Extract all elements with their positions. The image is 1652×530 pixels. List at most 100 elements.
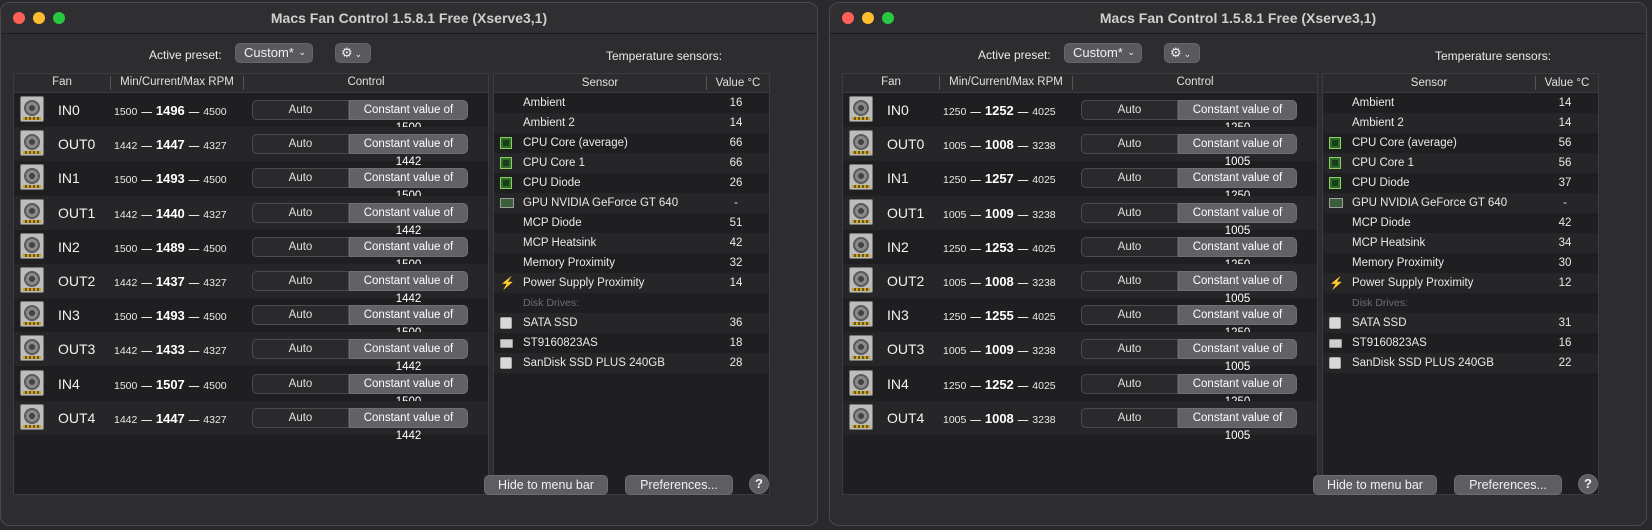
auto-control-button[interactable]: Auto xyxy=(1081,134,1178,155)
constant-value-button[interactable]: Constant value of 1500 xyxy=(349,100,468,134)
constant-value-button[interactable]: Constant value of 1005 xyxy=(1178,339,1297,373)
constant-value-button[interactable]: Constant value of 1005 xyxy=(1178,134,1297,168)
sensor-row[interactable]: SATA SSD 36 xyxy=(494,313,769,333)
sensor-row[interactable]: CPU Core (average) 56 xyxy=(1323,133,1598,153)
auto-control-button[interactable]: Auto xyxy=(252,373,349,394)
title-bar[interactable]: Macs Fan Control 1.5.8.1 Free (Xserve3,1… xyxy=(1,3,817,34)
sensor-row[interactable]: Ambient 14 xyxy=(1323,93,1598,113)
constant-value-button[interactable]: Constant value of 1442 xyxy=(349,271,468,305)
sensor-row[interactable]: CPU Diode 37 xyxy=(1323,173,1598,193)
auto-control-button[interactable]: Auto xyxy=(252,305,349,326)
constant-value-button[interactable]: Constant value of 1500 xyxy=(349,305,468,339)
auto-control-button[interactable]: Auto xyxy=(1081,407,1178,428)
sensor-value: 16 xyxy=(729,97,743,109)
auto-control-button[interactable]: Auto xyxy=(252,339,349,360)
title-bar[interactable]: Macs Fan Control 1.5.8.1 Free (Xserve3,1… xyxy=(830,3,1646,34)
sensor-row[interactable]: MCP Heatsink 34 xyxy=(1323,233,1598,253)
constant-value-button[interactable]: Constant value of 1250 xyxy=(1178,305,1297,339)
fan-current-rpm: 1252 xyxy=(984,103,1014,118)
constant-value-button[interactable]: Constant value of 1442 xyxy=(349,407,468,442)
auto-control-button[interactable]: Auto xyxy=(1081,100,1178,120)
sensor-row[interactable]: GPU NVIDIA GeForce GT 640 - xyxy=(1323,193,1598,213)
fan-rpm: 1250—1255—4025 xyxy=(943,308,1056,323)
sensor-value: 34 xyxy=(1558,237,1572,249)
constant-value-button[interactable]: Constant value of 1442 xyxy=(349,202,468,237)
preferences-button[interactable]: Preferences... xyxy=(1454,475,1562,495)
preset-settings-button[interactable]: ⚙ ⌄ xyxy=(335,43,371,63)
fan-min-rpm: 1005 xyxy=(943,277,967,289)
auto-control-button[interactable]: Auto xyxy=(1081,271,1178,291)
constant-value-button[interactable]: Constant value of 1500 xyxy=(349,373,468,408)
constant-value-button[interactable]: Constant value of 1005 xyxy=(1178,271,1297,305)
help-button[interactable]: ? xyxy=(749,474,769,494)
sensor-row[interactable]: CPU Diode 26 xyxy=(494,173,769,193)
sensor-row[interactable]: Ambient 2 14 xyxy=(494,113,769,133)
sensor-row[interactable]: CPU Core 1 66 xyxy=(494,153,769,173)
auto-control-button[interactable]: Auto xyxy=(1081,305,1178,326)
constant-value-button[interactable]: Constant value of 1442 xyxy=(349,339,468,373)
sensor-row[interactable]: Ambient 16 xyxy=(494,93,769,113)
auto-control-button[interactable]: Auto xyxy=(1081,236,1178,257)
sensor-row[interactable]: MCP Heatsink 42 xyxy=(494,233,769,253)
sensor-row[interactable]: CPU Core (average) 66 xyxy=(494,133,769,153)
fan-max-rpm: 4327 xyxy=(203,413,227,426)
auto-control-button[interactable]: Auto xyxy=(252,407,349,428)
sensor-row[interactable]: Disk Drives: xyxy=(1323,293,1598,313)
hide-to-menu-bar-button[interactable]: Hide to menu bar xyxy=(1313,475,1437,495)
constant-value-button[interactable]: Constant value of 1250 xyxy=(1178,100,1297,134)
sensor-value: 16 xyxy=(1558,337,1572,349)
auto-control-button[interactable]: Auto xyxy=(1081,373,1178,394)
auto-control-button[interactable]: Auto xyxy=(1081,168,1178,189)
constant-value-button[interactable]: Constant value of 1250 xyxy=(1178,373,1297,408)
sensor-row[interactable]: ⚡ Power Supply Proximity 14 xyxy=(494,273,769,293)
sensor-row[interactable]: Memory Proximity 32 xyxy=(494,253,769,273)
separator: — xyxy=(970,174,981,187)
auto-control-button[interactable]: Auto xyxy=(252,100,349,120)
ssd-drive-icon xyxy=(1329,357,1341,369)
fan-icon xyxy=(849,198,873,225)
sensor-value: 18 xyxy=(729,337,743,349)
constant-value-button[interactable]: Constant value of 1500 xyxy=(349,168,468,202)
preferences-button[interactable]: Preferences... xyxy=(625,475,733,495)
chevron-down-icon: ⌄ xyxy=(298,47,306,57)
sensor-row[interactable]: ST9160823AS 16 xyxy=(1323,333,1598,353)
sensor-list-header: Sensor Value °C xyxy=(494,74,769,93)
sensor-row[interactable]: ⚡ Power Supply Proximity 12 xyxy=(1323,273,1598,293)
active-preset-label: Active preset: xyxy=(978,48,1051,62)
auto-control-button[interactable]: Auto xyxy=(252,271,349,291)
sensor-row[interactable]: SanDisk SSD PLUS 240GB 28 xyxy=(494,353,769,373)
ssd-drive-icon xyxy=(500,317,512,329)
sensor-row[interactable]: Ambient 2 14 xyxy=(1323,113,1598,133)
active-preset-select[interactable]: Custom* ⌄ xyxy=(235,43,313,63)
preset-settings-button[interactable]: ⚙ ⌄ xyxy=(1164,43,1200,63)
separator: — xyxy=(188,208,200,221)
constant-value-button[interactable]: Constant value of 1005 xyxy=(1178,407,1297,442)
sensor-row[interactable]: GPU NVIDIA GeForce GT 640 - xyxy=(494,193,769,213)
hide-to-menu-bar-button[interactable]: Hide to menu bar xyxy=(484,475,608,495)
sensor-row[interactable]: MCP Diode 51 xyxy=(494,213,769,233)
sensor-row[interactable]: SATA SSD 31 xyxy=(1323,313,1598,333)
auto-control-button[interactable]: Auto xyxy=(252,168,349,189)
sensor-row[interactable]: ST9160823AS 18 xyxy=(494,333,769,353)
auto-control-button[interactable]: Auto xyxy=(252,202,349,223)
constant-value-button[interactable]: Constant value of 1250 xyxy=(1178,236,1297,271)
constant-value-button[interactable]: Constant value of 1500 xyxy=(349,236,468,271)
auto-control-button[interactable]: Auto xyxy=(252,236,349,257)
auto-control-button[interactable]: Auto xyxy=(1081,202,1178,223)
sensor-row[interactable]: CPU Core 1 56 xyxy=(1323,153,1598,173)
auto-control-button[interactable]: Auto xyxy=(252,134,349,155)
auto-control-button[interactable]: Auto xyxy=(1081,339,1178,360)
sensor-row[interactable]: MCP Diode 42 xyxy=(1323,213,1598,233)
sensor-row[interactable]: Memory Proximity 30 xyxy=(1323,253,1598,273)
fan-rpm: 1250—1253—4025 xyxy=(943,240,1056,255)
sensor-row[interactable]: Disk Drives: xyxy=(494,293,769,313)
active-preset-select[interactable]: Custom* ⌄ xyxy=(1064,43,1142,63)
separator: — xyxy=(188,379,200,392)
separator: — xyxy=(1017,242,1029,255)
sensor-row[interactable]: SanDisk SSD PLUS 240GB 22 xyxy=(1323,353,1598,373)
constant-value-button[interactable]: Constant value of 1005 xyxy=(1178,202,1297,237)
constant-value-button[interactable]: Constant value of 1442 xyxy=(349,134,468,168)
gpu-card-icon xyxy=(1329,198,1343,208)
help-button[interactable]: ? xyxy=(1578,474,1598,494)
constant-value-button[interactable]: Constant value of 1250 xyxy=(1178,168,1297,202)
